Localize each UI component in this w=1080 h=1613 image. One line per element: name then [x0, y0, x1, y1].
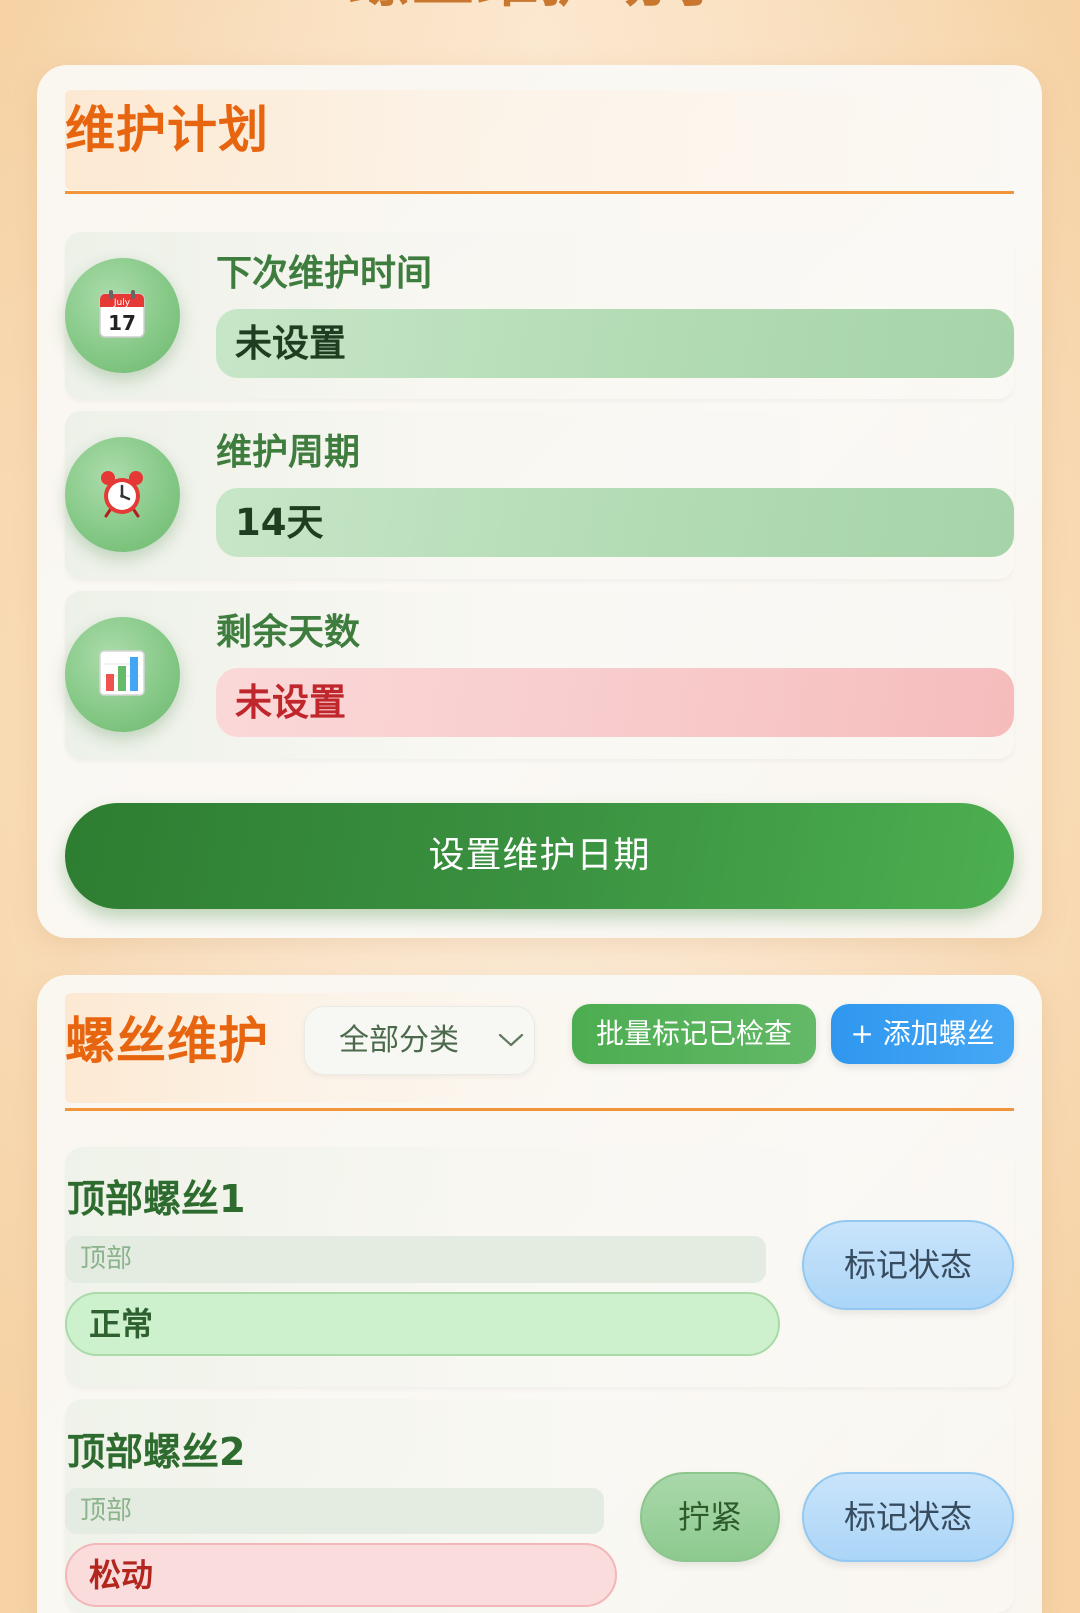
plan-row-next-maintenance: July 17 下次维护时间 未设置 [65, 232, 1014, 399]
category-filter-select[interactable]: 全部分类 [304, 1006, 535, 1075]
maintenance-plan-card: 维护计划 July 17 下次维护时间 未设置 维护周期 14天 剩余天数 未设… [37, 65, 1042, 938]
remaining-days-value: 未设置 [216, 668, 1014, 737]
divider [65, 1108, 1014, 1111]
screw-name: 顶部螺丝2 [67, 1430, 246, 1474]
screw-status-badge: 正常 [65, 1292, 780, 1356]
section-title-screws: 螺丝维护 [65, 1012, 269, 1070]
screw-maintenance-card: 螺丝维护 全部分类 批量标记已检查 + 添加螺丝 顶部螺丝1 顶部 正常 标记状… [37, 975, 1042, 1613]
batch-mark-checked-button[interactable]: 批量标记已检查 [572, 1004, 816, 1064]
set-maintenance-date-button[interactable]: 设置维护日期 [65, 803, 1014, 909]
screw-item: 顶部螺丝1 顶部 正常 标记状态 [65, 1147, 1014, 1387]
icon-badge: July 17 [65, 258, 180, 373]
bar-chart-icon [99, 650, 145, 696]
screw-item: 顶部螺丝2 顶部 松动 拧紧 标记状态 [65, 1399, 1014, 1613]
screw-category-tag: 顶部 [65, 1236, 766, 1283]
section-title-plan: 维护计划 [65, 101, 269, 159]
icon-badge [65, 437, 180, 552]
remaining-days-label: 剩余天数 [216, 612, 361, 653]
plan-row-cycle: 维护周期 14天 [65, 411, 1014, 579]
plan-row-remaining-days: 剩余天数 未设置 [65, 591, 1014, 759]
mark-status-button[interactable]: 标记状态 [802, 1220, 1014, 1310]
next-maintenance-value: 未设置 [216, 309, 1014, 378]
icon-badge [65, 617, 180, 732]
divider [65, 191, 1014, 194]
mark-status-button[interactable]: 标记状态 [802, 1472, 1014, 1562]
alarm-clock-icon [101, 471, 143, 518]
screw-status-badge: 松动 [65, 1543, 617, 1607]
svg-text:July: July [113, 298, 131, 308]
app-title: 螺丝维护助手 [0, 0, 1080, 14]
screw-name: 顶部螺丝1 [67, 1177, 246, 1221]
svg-text:17: 17 [108, 311, 136, 335]
add-screw-button[interactable]: + 添加螺丝 [831, 1004, 1014, 1064]
screw-category-tag: 顶部 [65, 1488, 604, 1534]
calendar-icon: July 17 [99, 290, 145, 338]
next-maintenance-label: 下次维护时间 [216, 253, 433, 294]
tighten-button[interactable]: 拧紧 [640, 1472, 780, 1562]
cycle-label: 维护周期 [216, 432, 361, 473]
cycle-value: 14天 [216, 488, 1014, 557]
chevron-down-icon [498, 1033, 524, 1047]
category-filter-value: 全部分类 [339, 1023, 459, 1058]
